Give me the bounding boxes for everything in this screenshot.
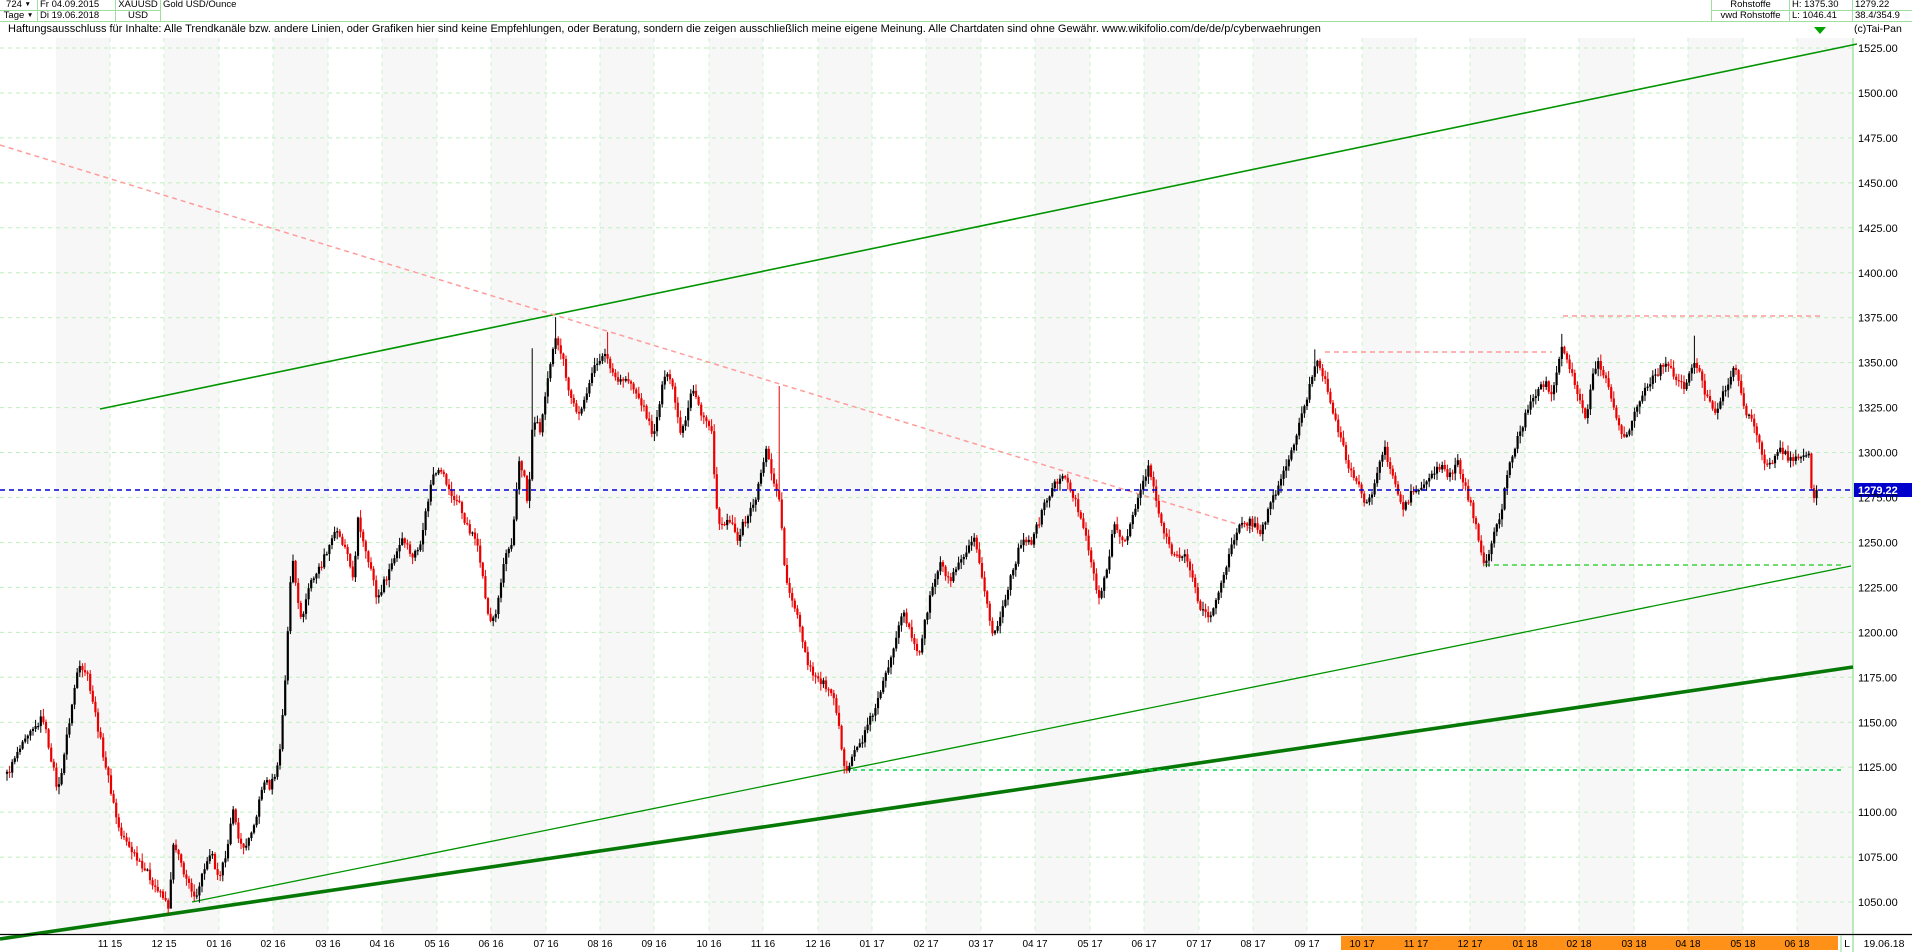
svg-text:11 16: 11 16: [751, 939, 776, 950]
svg-text:06 16: 06 16: [478, 939, 503, 950]
svg-text:1525.00: 1525.00: [1858, 43, 1898, 55]
provider-label: vwd Rohstoffe: [1712, 11, 1790, 22]
svg-text:04 17: 04 17: [1022, 939, 1047, 950]
svg-text:1450.00: 1450.00: [1858, 178, 1898, 190]
timeframe-dropdown[interactable]: Tage ▼: [0, 11, 38, 22]
svg-text:06 17: 06 17: [1131, 939, 1156, 950]
chart-svg: 1279.221525.001500.001475.001450.001425.…: [0, 38, 1912, 952]
svg-text:07 16: 07 16: [533, 939, 558, 950]
svg-text:04 18: 04 18: [1675, 939, 1700, 950]
svg-text:L: L: [1844, 938, 1850, 950]
svg-text:12 17: 12 17: [1457, 939, 1482, 950]
price-chart-canvas[interactable]: 1279.221525.001500.001475.001450.001425.…: [0, 38, 1912, 952]
header-spacer: [161, 11, 1712, 22]
svg-text:04 16: 04 16: [369, 939, 394, 950]
category-label: Rohstoffe: [1712, 0, 1790, 11]
svg-text:09 17: 09 17: [1294, 939, 1319, 950]
svg-text:11 15: 11 15: [98, 939, 123, 950]
svg-text:02 16: 02 16: [260, 939, 285, 950]
svg-text:06 18: 06 18: [1784, 939, 1809, 950]
last-price-header: 1279.22: [1853, 0, 1912, 11]
svg-text:11 17: 11 17: [1404, 939, 1429, 950]
svg-text:1475.00: 1475.00: [1858, 133, 1898, 145]
currency-label: USD: [116, 11, 161, 22]
chevron-down-icon: ▼: [27, 12, 33, 19]
svg-text:1425.00: 1425.00: [1858, 223, 1898, 235]
chevron-down-icon: ▼: [25, 1, 31, 8]
svg-text:12 16: 12 16: [805, 939, 830, 950]
svg-text:1200.00: 1200.00: [1858, 627, 1898, 639]
copyright-label: (c)Tai-Pan: [1854, 22, 1912, 38]
svg-text:02 18: 02 18: [1566, 939, 1591, 950]
svg-text:1350.00: 1350.00: [1858, 358, 1898, 370]
svg-text:1500.00: 1500.00: [1858, 88, 1898, 100]
svg-text:01 16: 01 16: [206, 939, 231, 950]
triangle-down-icon: [1814, 27, 1826, 34]
svg-text:03 18: 03 18: [1621, 939, 1646, 950]
stat-line-label: 38.4/354.9: [1853, 11, 1912, 22]
svg-text:1375.00: 1375.00: [1858, 313, 1898, 325]
svg-text:01 18: 01 18: [1512, 939, 1537, 950]
svg-text:07 17: 07 17: [1186, 939, 1211, 950]
disclaimer-text: Haftungsausschluss für Inhalte: Alle Tre…: [0, 22, 1861, 38]
symbol-label: XAUUSD: [116, 0, 161, 11]
svg-text:1050.00: 1050.00: [1858, 897, 1898, 909]
svg-text:05 16: 05 16: [424, 939, 449, 950]
instrument-name-label: Gold USD/Ounce: [161, 0, 1712, 11]
svg-text:03 17: 03 17: [968, 939, 993, 950]
svg-text:19.06.18: 19.06.18: [1864, 938, 1905, 950]
start-date-field[interactable]: Fr 04.09.2015: [38, 0, 116, 11]
price-axis-labels: 1525.00 1500.00 1475.00 1450.00 1425.00 1400.…: [1858, 43, 1898, 909]
high-value-label: H: 1375.30: [1790, 0, 1853, 11]
svg-text:08 17: 08 17: [1240, 939, 1265, 950]
svg-text:1400.00: 1400.00: [1858, 268, 1898, 280]
low-value-label: L: 1046.41: [1790, 11, 1853, 22]
svg-text:05 17: 05 17: [1077, 939, 1102, 950]
svg-text:1225.00: 1225.00: [1858, 582, 1898, 594]
svg-text:10 16: 10 16: [696, 939, 721, 950]
svg-text:01 17: 01 17: [859, 939, 884, 950]
svg-text:10 17: 10 17: [1349, 939, 1374, 950]
svg-text:1300.00: 1300.00: [1858, 448, 1898, 460]
svg-text:12 15: 12 15: [151, 939, 176, 950]
svg-text:02 17: 02 17: [913, 939, 938, 950]
svg-text:1100.00: 1100.00: [1858, 807, 1897, 819]
svg-text:1175.00: 1175.00: [1858, 672, 1897, 684]
period-count-dropdown[interactable]: 724 ▼: [0, 0, 38, 11]
end-date-field[interactable]: Di 19.06.2018: [38, 11, 116, 22]
svg-text:03 16: 03 16: [315, 939, 340, 950]
svg-text:1075.00: 1075.00: [1858, 852, 1898, 864]
svg-text:08 16: 08 16: [587, 939, 612, 950]
taipan-chart-window: { "header": { "period_count": "724", "dr…: [0, 0, 1912, 952]
svg-text:09 16: 09 16: [641, 939, 666, 950]
svg-text:1125.00: 1125.00: [1858, 762, 1897, 774]
svg-text:1150.00: 1150.00: [1858, 717, 1897, 729]
svg-text:1325.00: 1325.00: [1858, 403, 1898, 415]
svg-text:1275.00: 1275.00: [1858, 493, 1898, 505]
svg-text:05 18: 05 18: [1730, 939, 1755, 950]
svg-text:1250.00: 1250.00: [1858, 537, 1898, 549]
